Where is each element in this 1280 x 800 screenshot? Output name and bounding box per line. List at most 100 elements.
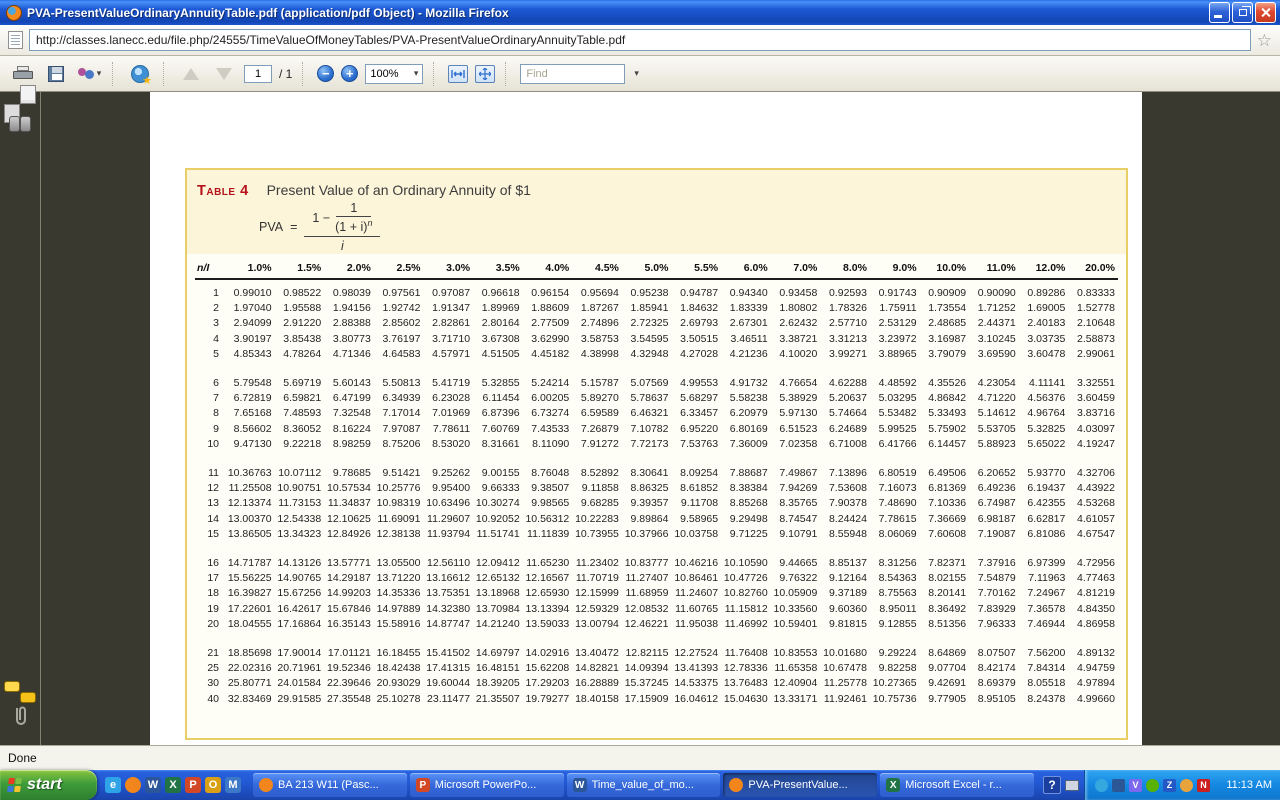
attachments-panel-button[interactable] (10, 704, 30, 731)
table-cell: 18.39205 (473, 676, 523, 691)
table-cell: 0.83333 (1068, 286, 1118, 301)
table-cell: 3.85438 (275, 332, 325, 347)
task-button-excel[interactable]: XMicrosoft Excel - r... (880, 773, 1034, 797)
task-button-firefox[interactable]: PVA-PresentValue... (723, 773, 877, 797)
excel-icon[interactable]: X (165, 777, 181, 793)
help-icon[interactable]: ? (1043, 776, 1061, 794)
internet-explorer-icon[interactable]: e (105, 777, 121, 793)
table-cell: 7.72173 (622, 437, 672, 452)
fit-page-button[interactable] (475, 65, 495, 83)
table-cell: 6.51523 (771, 422, 821, 437)
table-cell: 8.85268 (721, 496, 771, 511)
task-button-firefox[interactable]: BA 213 W11 (Pasc... (253, 773, 407, 797)
excel-icon: X (886, 778, 900, 792)
arrow-up-icon (183, 68, 199, 80)
table-cell: 1.97040 (225, 301, 275, 316)
formula-inner-numerator: 1 (336, 201, 371, 217)
table-cell: 1.73554 (920, 301, 970, 316)
table-cell: 7.46944 (1019, 617, 1069, 632)
bookmark-star-icon[interactable]: ☆ (1257, 32, 1272, 49)
table-cell: 15.37245 (622, 676, 672, 691)
table-title-band: Table 4 Present Value of an Ordinary Ann… (187, 170, 1126, 254)
table-cell: 5.79548 (225, 376, 275, 391)
upload-web-button[interactable] (127, 61, 153, 87)
nod32-icon[interactable]: N (1197, 779, 1210, 792)
zoom-level-select[interactable]: 100% ▾ (365, 64, 423, 84)
table-cell: 13.86505 (225, 527, 275, 542)
table-cell: 17.29203 (523, 676, 573, 691)
table-row-group: 65.795485.697195.601435.508135.417195.32… (195, 376, 1118, 452)
table-cell: 10.03758 (671, 527, 721, 542)
scheduler-icon[interactable] (1180, 779, 1193, 792)
table-row: 1413.0037012.5433812.1062511.6909111.296… (195, 512, 1118, 527)
table-cell: 8.74547 (771, 512, 821, 527)
page-number-input[interactable] (244, 65, 272, 83)
task-button-powerpoint[interactable]: PMicrosoft PowerPo... (410, 773, 564, 797)
save-button[interactable] (43, 61, 69, 87)
table-cell: 8.64869 (920, 646, 970, 661)
powerpoint-icon: P (416, 778, 430, 792)
display-icon[interactable] (1065, 780, 1079, 791)
word-icon[interactable]: W (145, 777, 161, 793)
table-cell: 7.70162 (969, 586, 1019, 601)
close-button[interactable] (1255, 2, 1276, 23)
table-cell: 6.98187 (969, 512, 1019, 527)
volume-icon[interactable]: V (1129, 779, 1142, 792)
zoom-in-button[interactable]: + (341, 65, 358, 82)
table-cell: 8.35765 (771, 496, 821, 511)
table-cell: 25.10278 (374, 692, 424, 707)
table-cell: 8.38384 (721, 481, 771, 496)
table-cell: 1.69005 (1019, 301, 1069, 316)
table-cell: 8.20141 (920, 586, 970, 601)
previous-page-button[interactable] (178, 61, 204, 87)
table-cell: 9.82258 (870, 661, 920, 676)
task-button-word[interactable]: WTime_value_of_mo... (567, 773, 721, 797)
table-row: 1917.2260116.4261715.6784614.9788914.323… (195, 602, 1118, 617)
network-icon[interactable] (1095, 779, 1108, 792)
formula-lhs: PVA (259, 220, 283, 234)
outlook-icon[interactable]: O (205, 777, 221, 793)
status-bar: Done (0, 745, 1280, 770)
table-cell: 1.89969 (473, 301, 523, 316)
find-input[interactable] (520, 64, 625, 84)
row-period-label: 10 (195, 437, 225, 452)
minimize-button[interactable] (1209, 2, 1230, 23)
firefox-icon[interactable] (125, 777, 141, 793)
update-icon[interactable] (1112, 779, 1125, 792)
table-row: 54.853434.782644.713464.645834.579714.51… (195, 347, 1118, 362)
table-cell: 4.10020 (771, 347, 821, 362)
table-cell: 12.16567 (523, 571, 573, 586)
table-cell: 9.66333 (473, 481, 523, 496)
fit-width-icon (451, 69, 465, 79)
powerpoint-icon[interactable]: P (185, 777, 201, 793)
table-cell: 10.56312 (523, 512, 573, 527)
antivirus-icon[interactable] (1146, 779, 1159, 792)
table-cell: 3.50515 (671, 332, 721, 347)
zip-icon[interactable]: Z (1163, 779, 1176, 792)
table-cell: 11.27407 (622, 571, 672, 586)
row-period-label: 4 (195, 332, 225, 347)
messenger-icon[interactable]: M (225, 777, 241, 793)
table-cell: 12.78336 (721, 661, 771, 676)
url-input[interactable] (29, 29, 1251, 51)
restore-button[interactable] (1232, 2, 1253, 23)
collaborate-button[interactable]: ▾ (76, 61, 102, 87)
table-cell: 9.81815 (820, 617, 870, 632)
chevron-down-icon: ▾ (97, 68, 102, 79)
print-button[interactable] (10, 61, 36, 87)
status-text: Done (8, 751, 37, 765)
table-cell: 1.87267 (572, 301, 622, 316)
table-cell: 3.31213 (820, 332, 870, 347)
row-period-label: 5 (195, 347, 225, 362)
fit-width-button[interactable] (448, 65, 468, 83)
zoom-out-button[interactable]: − (317, 65, 334, 82)
table-cell: 7.97087 (374, 422, 424, 437)
table-cell: 19.60044 (423, 676, 473, 691)
next-page-button[interactable] (211, 61, 237, 87)
minimize-icon (1214, 15, 1222, 18)
table-cell: 11.24607 (671, 586, 721, 601)
table-cell: 3.83716 (1068, 406, 1118, 421)
start-button[interactable]: start (0, 770, 97, 800)
table-cell: 4.89132 (1068, 646, 1118, 661)
table-cell: 8.24378 (1019, 692, 1069, 707)
